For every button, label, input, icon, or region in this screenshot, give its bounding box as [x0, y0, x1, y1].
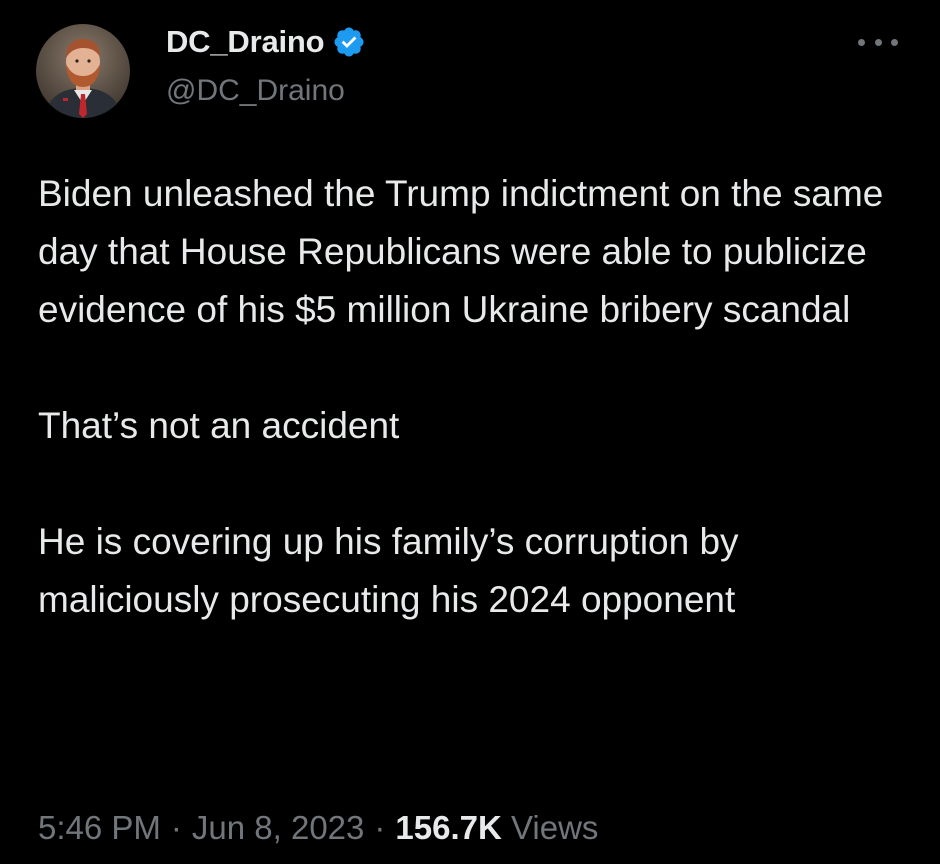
- tweet-text: Biden unleashed the Trump indictment on …: [38, 165, 918, 629]
- tweet-metadata: 5:46 PM · Jun 8, 2023 · 156.7K Views: [38, 806, 598, 850]
- tweet[interactable]: DC_Draino @DC_Draino Biden unleashed the…: [0, 0, 940, 864]
- separator: ·: [374, 809, 386, 846]
- dot: [858, 38, 865, 46]
- dot: [874, 38, 882, 46]
- verified-badge-icon: [332, 25, 366, 59]
- tweet-paragraph: Biden unleashed the Trump indictment on …: [38, 173, 884, 330]
- more-horizontal-icon[interactable]: [858, 30, 898, 54]
- avatar[interactable]: [36, 24, 130, 118]
- dot: [891, 38, 898, 46]
- profile-photo: [36, 24, 130, 118]
- user-handle[interactable]: @DC_Draino: [166, 72, 345, 110]
- display-name[interactable]: DC_Draino: [166, 22, 325, 62]
- views-count[interactable]: 156.7K: [395, 809, 501, 846]
- tweet-paragraph: That’s not an accident: [38, 405, 400, 446]
- views-label: Views: [510, 809, 599, 846]
- tweet-date[interactable]: Jun 8, 2023: [192, 809, 364, 846]
- author-name-row[interactable]: DC_Draino: [166, 22, 366, 62]
- tweet-paragraph: He is covering up his family’s corruptio…: [38, 521, 739, 620]
- separator: ·: [170, 809, 182, 846]
- tweet-time[interactable]: 5:46 PM: [38, 809, 161, 846]
